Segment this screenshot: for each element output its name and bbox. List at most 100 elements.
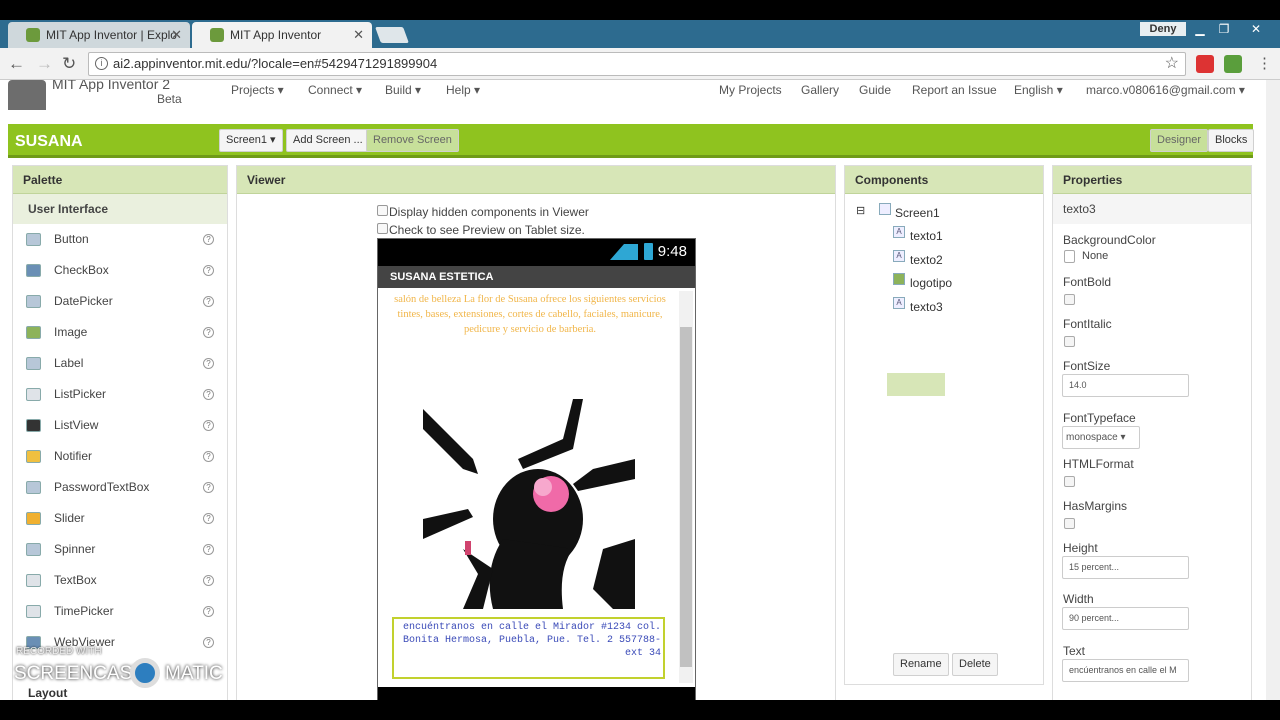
help-icon[interactable]: ? [203,420,214,431]
project-toolbar: SUSANA Screen1 ▾ Add Screen ... Remove S… [8,124,1255,158]
help-icon[interactable]: ? [203,389,214,400]
back-arrow-icon[interactable]: ← [8,54,25,74]
fontsize-input[interactable]: 14.0 [1062,374,1189,397]
collapse-icon[interactable]: ⊟ [856,204,865,217]
palette-item-spinner[interactable]: Spinner? [13,534,227,565]
width-input[interactable]: 90 percent... [1062,607,1189,630]
fontitalic-checkbox[interactable] [1064,336,1075,347]
palette-item-passwordtextbox[interactable]: PasswordTextBox? [13,472,227,503]
menu-connect[interactable]: Connect ▾ [308,83,362,97]
tree-texto3[interactable]: texto3 [910,300,943,314]
tree-texto2[interactable]: texto2 [910,253,943,267]
remove-screen-button[interactable]: Remove Screen [366,129,459,152]
delete-button[interactable]: Delete [952,653,998,676]
rename-button[interactable]: Rename [893,653,949,676]
forward-arrow-icon[interactable]: → [36,54,53,74]
palette-item-listview[interactable]: ListView? [13,410,227,441]
account-menu[interactable]: marco.v080616@gmail.com ▾ [1086,83,1245,97]
info-icon[interactable]: i [95,57,108,70]
screen-select[interactable]: Screen1 ▾ [219,129,283,152]
palette-category[interactable]: User Interface [13,194,227,224]
palette-item-label[interactable]: Label? [13,348,227,379]
phone-scroll-thumb[interactable] [680,327,692,667]
help-icon[interactable]: ? [203,358,214,369]
android-logo-icon[interactable] [8,80,46,110]
designer-button[interactable]: Designer [1150,129,1209,152]
color-swatch[interactable] [1064,250,1075,263]
new-tab-button[interactable] [375,27,409,43]
palette-item-timepicker[interactable]: TimePicker? [13,596,227,627]
close-window-icon[interactable]: ✕ [1244,22,1268,36]
extension-icon[interactable] [1196,55,1214,73]
htmlformat-checkbox[interactable] [1064,476,1075,487]
browser-tab[interactable]: MIT App Inventor | Explo ✕ [8,22,190,48]
phone-nav-bar [378,687,695,700]
page-scrollbar[interactable] [1266,80,1280,700]
address-bar[interactable]: i ai2.appinventor.mit.edu/?locale=en#542… [88,52,1186,76]
hasmargins-checkbox[interactable] [1064,518,1075,529]
help-icon[interactable]: ? [203,575,214,586]
blocks-button[interactable]: Blocks [1208,129,1255,152]
prop-backgroundcolor-value[interactable]: None [1082,250,1108,262]
logotipo-image[interactable] [423,399,635,609]
prop-width-label: Width [1063,592,1094,606]
top-menu-bar: MIT App Inventor 2 Beta Projects ▾ Conne… [0,80,1266,120]
help-icon[interactable]: ? [203,637,214,648]
tree-screen1[interactable]: Screen1 [895,206,940,220]
minimize-icon[interactable]: ▁ [1188,22,1212,36]
palette-item-datepicker[interactable]: DatePicker? [13,286,227,317]
help-icon[interactable]: ? [203,544,214,555]
palette-item-image[interactable]: Image? [13,317,227,348]
notifier-icon [26,450,41,463]
help-icon[interactable]: ? [203,513,214,524]
extension-icon[interactable] [1224,55,1242,73]
close-tab-icon[interactable]: ✕ [353,27,364,43]
palette-item-listpicker[interactable]: ListPicker? [13,379,227,410]
link-guide[interactable]: Guide [859,83,891,97]
help-icon[interactable]: ? [203,451,214,462]
height-input[interactable]: 15 percent... [1062,556,1189,579]
fontbold-checkbox[interactable] [1064,294,1075,305]
tree-logotipo[interactable]: logotipo [910,276,952,290]
browser-tab-active[interactable]: MIT App Inventor ✕ [192,22,372,48]
fonttypeface-select[interactable]: monospace ▾ [1062,426,1140,449]
components-title: Components [845,166,1043,194]
close-tab-icon[interactable]: ✕ [171,27,182,43]
language-menu[interactable]: English ▾ [1014,83,1063,97]
properties-title: Properties [1053,166,1251,194]
tablet-preview-checkbox[interactable] [377,223,388,234]
reload-icon[interactable]: ↻ [62,54,76,74]
help-icon[interactable]: ? [203,234,214,245]
menu-build[interactable]: Build ▾ [385,83,421,97]
menu-help[interactable]: Help ▾ [446,83,480,97]
help-icon[interactable]: ? [203,482,214,493]
link-report-issue[interactable]: Report an Issue [912,83,997,97]
help-icon[interactable]: ? [203,265,214,276]
display-hidden-checkbox[interactable] [377,205,388,216]
palette-category-layout[interactable]: Layout [28,686,67,700]
browser-tab-strip: MIT App Inventor | Explo ✕ MIT App Invent… [0,20,1280,48]
tree-texto1[interactable]: texto1 [910,229,943,243]
palette-item-button[interactable]: Button? [13,224,227,255]
palette-item-slider[interactable]: Slider? [13,503,227,534]
texto3-label[interactable]: encuéntranos en calle el Mirador #1234 c… [392,617,665,679]
help-icon[interactable]: ? [203,606,214,617]
palette-item-label: ListView [54,418,99,432]
palette-item-checkbox[interactable]: CheckBox? [13,255,227,286]
prop-backgroundcolor-label: BackgroundColor [1063,233,1156,247]
bookmark-star-icon[interactable]: ☆ [1165,53,1179,75]
help-icon[interactable]: ? [203,296,214,307]
text-input[interactable]: encúentranos en calle el M [1062,659,1189,682]
menu-projects[interactable]: Projects ▾ [231,83,284,97]
add-screen-button[interactable]: Add Screen ... [286,129,370,152]
profile-button[interactable]: Deny [1140,22,1186,36]
maximize-icon[interactable]: ❐ [1212,22,1236,36]
palette-item-textbox[interactable]: TextBox? [13,565,227,596]
menu-dots-icon[interactable]: ⋮ [1257,54,1272,72]
link-gallery[interactable]: Gallery [801,83,839,97]
palette-item-notifier[interactable]: Notifier? [13,441,227,472]
texto1-label[interactable]: salón de belleza La flor de Susana ofrec… [386,292,674,337]
help-icon[interactable]: ? [203,327,214,338]
link-my-projects[interactable]: My Projects [719,83,782,97]
prop-htmlformat-label: HTMLFormat [1063,457,1134,471]
